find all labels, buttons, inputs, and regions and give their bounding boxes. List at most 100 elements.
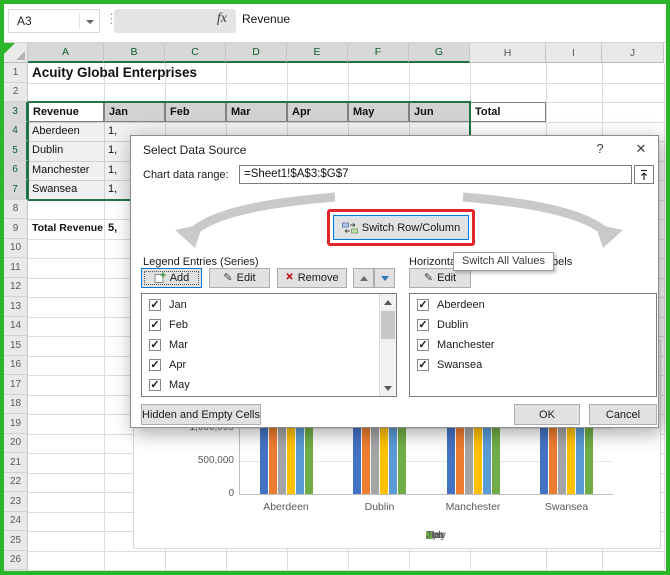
row-header-19[interactable]: 19	[4, 414, 28, 434]
column-header-F[interactable]: F	[348, 43, 409, 63]
series-item-label: Apr	[169, 359, 187, 371]
column-header-J[interactable]: J	[602, 43, 664, 63]
formula-bar: A3 ⋮ fx Revenue	[4, 4, 666, 43]
category-item-dublin[interactable]: ✓ Dublin	[411, 316, 649, 336]
column-header-C[interactable]: C	[165, 43, 226, 63]
cell-A3[interactable]: Revenue	[28, 102, 104, 122]
row-header-17[interactable]: 17	[4, 375, 28, 395]
checkbox-checked[interactable]: ✓	[149, 359, 161, 371]
remove-button[interactable]: ✕ Remove	[277, 268, 347, 288]
help-button[interactable]: ?	[592, 141, 608, 156]
row-header-6[interactable]: 6	[4, 160, 28, 180]
cell-A6[interactable]: Manchester	[28, 161, 104, 181]
chart-y-tick-label: 500,000	[197, 455, 234, 466]
add-button[interactable]: Add	[141, 268, 202, 288]
series-item-mar[interactable]: ✓ Mar	[143, 336, 373, 356]
row-header-18[interactable]: 18	[4, 394, 28, 414]
row-header-23[interactable]: 23	[4, 492, 28, 512]
category-item-swansea[interactable]: ✓ Swansea	[411, 356, 649, 376]
cell-E3[interactable]: Apr	[287, 102, 348, 122]
row-header-16[interactable]: 16	[4, 355, 28, 375]
cell-A5[interactable]: Dublin	[28, 141, 104, 161]
close-button[interactable]: ✕	[632, 141, 650, 157]
row-header-9[interactable]: 9	[4, 219, 28, 239]
cell-A9[interactable]: Total Revenue	[28, 219, 104, 239]
axis-labels-list: ✓ Aberdeen ✓ Dublin ✓ Manchester ✓ Swansea	[409, 293, 657, 397]
series-item-jan[interactable]: ✓ Jan	[143, 296, 373, 316]
cell-A4[interactable]: Aberdeen	[28, 122, 104, 142]
move-up-button[interactable]	[353, 268, 374, 288]
scrollbar-thumb[interactable]	[381, 311, 395, 339]
row-header-7[interactable]: 7	[4, 180, 28, 200]
hidden-and-empty-cells-button[interactable]: Hidden and Empty Cells	[141, 404, 261, 425]
cell-B3[interactable]: Jan	[104, 102, 165, 122]
checkbox-checked[interactable]: ✓	[417, 319, 429, 331]
checkbox-checked[interactable]: ✓	[149, 299, 161, 311]
column-header-E[interactable]: E	[287, 43, 348, 63]
triangle-down-icon	[384, 385, 392, 391]
cancel-button[interactable]: Cancel	[589, 404, 657, 425]
row-header-12[interactable]: 12	[4, 277, 28, 297]
checkbox-checked[interactable]: ✓	[417, 299, 429, 311]
chart-category-label: Manchester	[445, 501, 501, 513]
row-header-20[interactable]: 20	[4, 433, 28, 453]
chart-data-range-input[interactable]: =Sheet1!$A$3:$G$7	[239, 165, 632, 184]
checkbox-checked[interactable]: ✓	[417, 359, 429, 371]
select-all-button[interactable]	[4, 43, 28, 63]
checkbox-checked[interactable]: ✓	[149, 379, 161, 391]
legend-entries-section-label: Legend Entries (Series)	[143, 256, 259, 268]
range-picker-button[interactable]	[634, 165, 654, 184]
row-header-10[interactable]: 10	[4, 238, 28, 258]
row-header-4[interactable]: 4	[4, 121, 28, 141]
row-header-11[interactable]: 11	[4, 258, 28, 278]
category-item-manchester[interactable]: ✓ Manchester	[411, 336, 649, 356]
checkbox-checked[interactable]: ✓	[149, 319, 161, 331]
checkbox-checked[interactable]: ✓	[417, 339, 429, 351]
edit-series-button[interactable]: ✎ Edit	[209, 268, 270, 288]
row-header-2[interactable]: 2	[4, 82, 28, 102]
chart-y-tick-label: 0	[228, 488, 234, 499]
scroll-up-button[interactable]	[380, 294, 396, 310]
chevron-down-icon[interactable]	[86, 20, 94, 24]
formula-input[interactable]: Revenue	[242, 12, 290, 26]
checkbox-checked[interactable]: ✓	[149, 339, 161, 351]
cell-F3[interactable]: May	[348, 102, 409, 122]
row-header-5[interactable]: 5	[4, 141, 28, 161]
pencil-icon: ✎	[223, 271, 233, 284]
ok-button[interactable]: OK	[514, 404, 580, 425]
row-header-1[interactable]: 1	[4, 63, 28, 83]
insert-function-button[interactable]: fx	[217, 11, 227, 27]
name-box[interactable]: A3	[8, 9, 100, 33]
cell-D3[interactable]: Mar	[226, 102, 287, 122]
row-header-24[interactable]: 24	[4, 511, 28, 531]
category-item-aberdeen[interactable]: ✓ Aberdeen	[411, 296, 649, 316]
column-header-A[interactable]: A	[28, 43, 104, 63]
row-header-25[interactable]: 25	[4, 531, 28, 551]
row-header-13[interactable]: 13	[4, 297, 28, 317]
switch-row-column-button[interactable]: Switch Row/Column	[333, 215, 469, 240]
cell-G3[interactable]: Jun	[409, 102, 470, 122]
column-header-B[interactable]: B	[104, 43, 165, 63]
column-header-I[interactable]: I	[546, 43, 602, 63]
cell-H3[interactable]: Total	[470, 102, 546, 122]
cell-A1[interactable]: Acuity Global Enterprises	[28, 63, 197, 83]
column-header-D[interactable]: D	[226, 43, 287, 63]
move-down-button[interactable]	[374, 268, 395, 288]
column-header-H[interactable]: H	[470, 43, 546, 63]
series-item-may[interactable]: ✓ May	[143, 376, 373, 396]
row-header-3[interactable]: 3	[4, 102, 28, 122]
row-header-8[interactable]: 8	[4, 199, 28, 219]
edit-axis-labels-button[interactable]: ✎ Edit	[409, 268, 471, 288]
cell-C3[interactable]: Feb	[165, 102, 226, 122]
row-header-21[interactable]: 21	[4, 453, 28, 473]
scroll-down-button[interactable]	[380, 380, 396, 396]
row-header-26[interactable]: 26	[4, 550, 28, 570]
series-item-feb[interactable]: ✓ Feb	[143, 316, 373, 336]
cell-A7[interactable]: Swansea	[28, 180, 104, 200]
scrollbar[interactable]	[379, 294, 396, 396]
series-item-apr[interactable]: ✓ Apr	[143, 356, 373, 376]
row-header-14[interactable]: 14	[4, 316, 28, 336]
column-header-G[interactable]: G	[409, 43, 470, 63]
row-header-15[interactable]: 15	[4, 336, 28, 356]
row-header-22[interactable]: 22	[4, 472, 28, 492]
